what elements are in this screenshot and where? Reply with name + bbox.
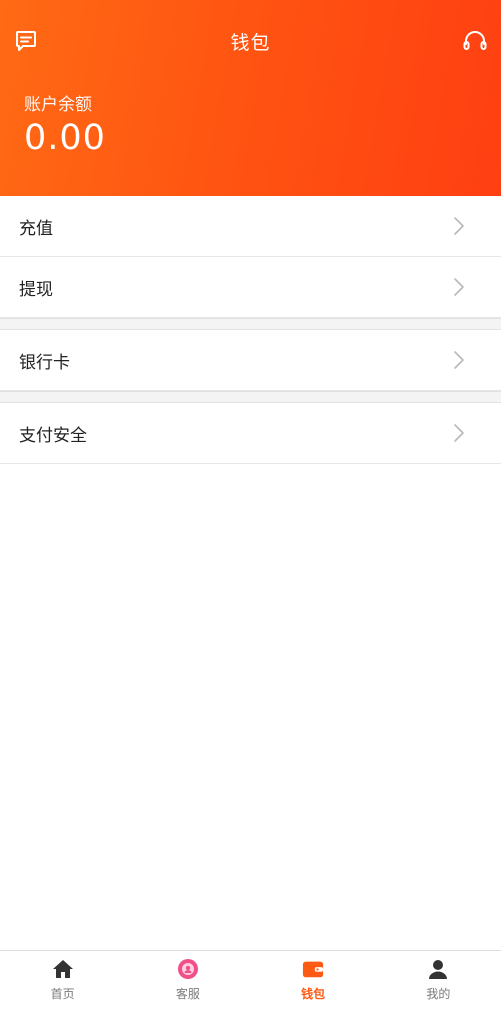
tab-label: 首页 — [50, 987, 75, 1001]
menu-group-security: 支付安全 — [0, 403, 501, 464]
menu-item-recharge[interactable]: 充值 — [0, 196, 501, 257]
tab-mine[interactable]: 我的 — [376, 951, 501, 1024]
tab-label: 客服 — [175, 987, 200, 1001]
chevron-right-icon — [454, 217, 464, 235]
user-icon — [427, 958, 449, 980]
bottom-tab-bar: 首页 客服 钱包 我的 — [0, 950, 501, 1024]
chevron-right-icon — [454, 351, 464, 369]
service-avatar-icon — [177, 958, 199, 980]
tab-label: 钱包 — [301, 987, 326, 1001]
wallet-icon — [302, 958, 324, 980]
chevron-right-icon — [454, 424, 464, 442]
tab-service[interactable]: 客服 — [125, 951, 250, 1024]
menu-item-bank-card[interactable]: 银行卡 — [0, 330, 501, 391]
menu-group-cards: 银行卡 — [0, 330, 501, 391]
tab-home[interactable]: 首页 — [0, 951, 125, 1024]
page-title: 钱包 — [230, 32, 271, 54]
wallet-screen: 钱包 账户余额 0.00 充值 提现 银行卡 支付安全 首页 客服 钱包 我的 — [0, 0, 501, 1024]
menu-group-funds: 充值 提现 — [0, 196, 501, 318]
headset-icon[interactable] — [461, 27, 489, 55]
menu-item-label: 支付安全 — [19, 425, 87, 446]
chevron-right-icon — [454, 278, 464, 296]
top-bar: 钱包 — [0, 0, 501, 82]
menu-item-payment-security[interactable]: 支付安全 — [0, 403, 501, 464]
section-divider — [0, 318, 501, 330]
section-divider — [0, 391, 501, 403]
wallet-header: 钱包 账户余额 0.00 — [0, 0, 501, 196]
menu-area: 充值 提现 银行卡 支付安全 — [0, 196, 501, 950]
balance-value: 0.00 — [24, 118, 106, 158]
balance-label: 账户余额 — [24, 95, 92, 115]
tab-label: 我的 — [426, 987, 451, 1001]
menu-item-label: 充值 — [19, 218, 53, 239]
menu-item-withdraw[interactable]: 提现 — [0, 257, 501, 318]
menu-item-label: 银行卡 — [19, 352, 70, 373]
tab-wallet[interactable]: 钱包 — [251, 951, 376, 1024]
menu-item-label: 提现 — [19, 279, 53, 300]
home-icon — [52, 958, 74, 980]
